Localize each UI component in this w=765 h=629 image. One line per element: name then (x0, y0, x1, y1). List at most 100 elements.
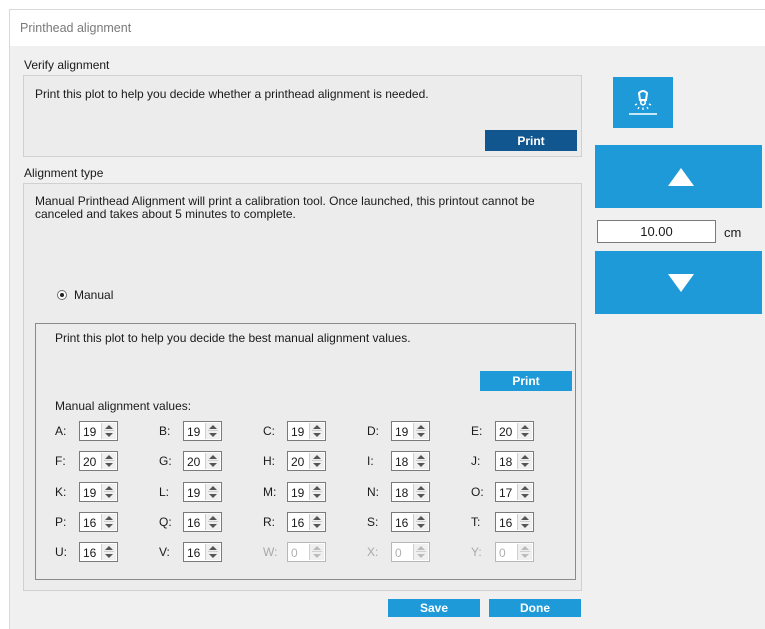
spin-down-icon[interactable] (313, 494, 321, 498)
spin-down-icon[interactable] (521, 433, 529, 437)
alignment-value-spinner[interactable]: 19 (79, 482, 118, 502)
spin-down-icon[interactable] (521, 494, 529, 498)
spin-down-icon[interactable] (313, 524, 321, 528)
distance-input[interactable] (597, 220, 716, 243)
spinner-buttons[interactable] (101, 484, 116, 500)
spin-up-icon[interactable] (105, 455, 113, 459)
spinner-buttons[interactable] (517, 423, 532, 439)
spin-up-icon[interactable] (209, 425, 217, 429)
alignment-value-spinner[interactable]: 19 (79, 421, 118, 441)
manual-print-button[interactable]: Print (480, 371, 572, 391)
spin-up-icon[interactable] (209, 455, 217, 459)
spin-down-icon[interactable] (105, 554, 113, 558)
alignment-value[interactable]: 20 (83, 455, 96, 469)
alignment-value[interactable]: 18 (395, 455, 408, 469)
alignment-value-spinner[interactable]: 18 (495, 451, 534, 471)
spin-down-icon[interactable] (521, 524, 529, 528)
alignment-value-spinner[interactable]: 16 (183, 512, 222, 532)
verify-print-button[interactable]: Print (485, 130, 577, 151)
spin-up-icon[interactable] (313, 425, 321, 429)
alignment-value[interactable]: 18 (499, 455, 512, 469)
alignment-value-spinner[interactable]: 16 (391, 512, 430, 532)
manual-radio-label[interactable]: Manual (74, 289, 113, 302)
spin-up-icon[interactable] (209, 546, 217, 550)
alignment-value-spinner[interactable]: 19 (287, 482, 326, 502)
alignment-value[interactable]: 19 (187, 486, 200, 500)
spinner-buttons[interactable] (205, 423, 220, 439)
alignment-value[interactable]: 20 (499, 425, 512, 439)
alignment-value-spinner[interactable]: 20 (287, 451, 326, 471)
spin-down-icon[interactable] (417, 463, 425, 467)
alignment-value-spinner[interactable]: 16 (183, 542, 222, 562)
spinner-buttons[interactable] (309, 453, 324, 469)
alignment-value-spinner[interactable]: 20 (183, 451, 222, 471)
spin-down-icon[interactable] (417, 524, 425, 528)
spinner-buttons[interactable] (205, 544, 220, 560)
alignment-value[interactable]: 19 (83, 486, 96, 500)
spinner-buttons[interactable] (205, 484, 220, 500)
alignment-value[interactable]: 19 (395, 425, 408, 439)
spin-up-icon[interactable] (105, 486, 113, 490)
spin-up-icon[interactable] (521, 455, 529, 459)
alignment-value-spinner[interactable]: 19 (391, 421, 430, 441)
alignment-value-spinner[interactable]: 18 (391, 451, 430, 471)
spinner-buttons[interactable] (101, 514, 116, 530)
spinner-buttons[interactable] (413, 514, 428, 530)
alignment-value-spinner[interactable]: 16 (495, 512, 534, 532)
spin-up-icon[interactable] (521, 516, 529, 520)
alignment-value-spinner[interactable]: 20 (495, 421, 534, 441)
spin-down-icon[interactable] (209, 554, 217, 558)
spinner-buttons[interactable] (101, 544, 116, 560)
move-up-button[interactable] (595, 145, 762, 208)
printhead-light-button[interactable] (613, 77, 673, 128)
spin-down-icon[interactable] (521, 463, 529, 467)
spin-up-icon[interactable] (521, 425, 529, 429)
spin-up-icon[interactable] (417, 486, 425, 490)
spin-up-icon[interactable] (417, 516, 425, 520)
spin-up-icon[interactable] (417, 425, 425, 429)
alignment-value[interactable]: 16 (291, 516, 304, 530)
spin-down-icon[interactable] (313, 433, 321, 437)
spin-down-icon[interactable] (209, 524, 217, 528)
spinner-buttons[interactable] (413, 484, 428, 500)
spin-up-icon[interactable] (417, 455, 425, 459)
spin-down-icon[interactable] (209, 463, 217, 467)
alignment-value[interactable]: 16 (83, 546, 96, 560)
spinner-buttons[interactable] (517, 514, 532, 530)
alignment-value[interactable]: 20 (187, 455, 200, 469)
alignment-value[interactable]: 19 (83, 425, 96, 439)
spin-up-icon[interactable] (521, 486, 529, 490)
alignment-value[interactable]: 16 (187, 546, 200, 560)
spinner-buttons[interactable] (309, 484, 324, 500)
alignment-value-spinner[interactable]: 18 (391, 482, 430, 502)
alignment-value-spinner[interactable]: 16 (79, 542, 118, 562)
spinner-buttons[interactable] (309, 514, 324, 530)
spinner-buttons[interactable] (517, 484, 532, 500)
spin-down-icon[interactable] (105, 494, 113, 498)
spin-up-icon[interactable] (313, 516, 321, 520)
save-button[interactable]: Save (388, 599, 480, 617)
alignment-value-spinner[interactable]: 19 (183, 482, 222, 502)
spinner-buttons[interactable] (205, 453, 220, 469)
spinner-buttons[interactable] (101, 423, 116, 439)
alignment-value[interactable]: 16 (395, 516, 408, 530)
spin-down-icon[interactable] (313, 463, 321, 467)
manual-radio[interactable] (57, 290, 67, 300)
spinner-buttons[interactable] (413, 453, 428, 469)
spinner-buttons[interactable] (517, 453, 532, 469)
spin-down-icon[interactable] (209, 433, 217, 437)
spinner-buttons[interactable] (205, 514, 220, 530)
spinner-buttons[interactable] (101, 453, 116, 469)
alignment-value[interactable]: 17 (499, 486, 512, 500)
spinner-buttons[interactable] (309, 423, 324, 439)
spin-down-icon[interactable] (105, 524, 113, 528)
spin-down-icon[interactable] (417, 494, 425, 498)
spin-down-icon[interactable] (417, 433, 425, 437)
spinner-buttons[interactable] (413, 423, 428, 439)
alignment-value-spinner[interactable]: 19 (183, 421, 222, 441)
alignment-value-spinner[interactable]: 19 (287, 421, 326, 441)
alignment-value[interactable]: 20 (291, 455, 304, 469)
alignment-value[interactable]: 19 (291, 425, 304, 439)
alignment-value-spinner[interactable]: 16 (79, 512, 118, 532)
alignment-value-spinner[interactable]: 16 (287, 512, 326, 532)
